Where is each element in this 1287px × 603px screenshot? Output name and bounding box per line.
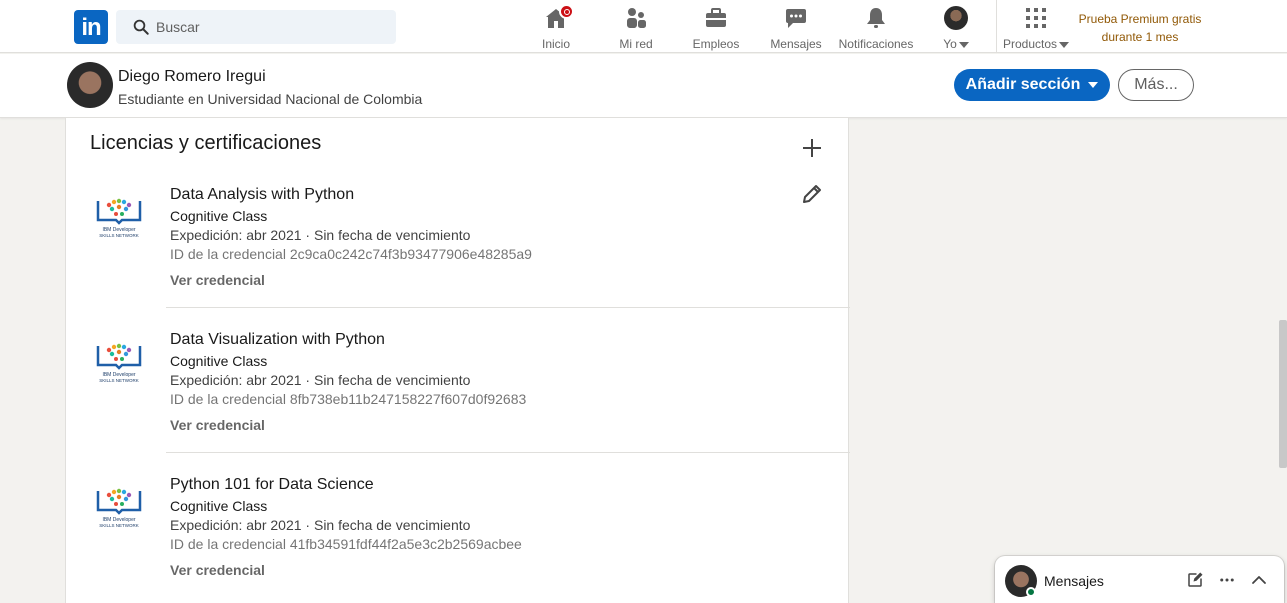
nav-home[interactable]: Inicio — [532, 4, 580, 51]
compose-icon[interactable] — [1186, 571, 1204, 589]
credential-id: ID de la credencial 41fb34591fdf44f2a5e3… — [170, 536, 522, 552]
view-credential-link[interactable]: Ver credencial — [170, 562, 265, 578]
certification-date: Expedición: abr 2021 · Sin fecha de venc… — [170, 372, 471, 388]
add-section-button[interactable]: Añadir sección — [954, 69, 1110, 101]
profile-name: Diego Romero Iregui — [118, 68, 266, 85]
svg-text:SKILLS NETWORK: SKILLS NETWORK — [99, 378, 139, 383]
svg-text:SKILLS NETWORK: SKILLS NETWORK — [99, 523, 139, 528]
licenses-certifications-card: Licencias y certificaciones IBM Develope… — [65, 118, 850, 603]
nav-me[interactable]: Yo — [936, 4, 976, 51]
certification-issuer: Cognitive Class — [170, 208, 268, 224]
nav-messaging[interactable]: Mensajes — [768, 4, 824, 51]
ibm-skills-network-logo[interactable]: IBM Developer SKILLS NETWORK — [94, 486, 144, 532]
search-box[interactable] — [116, 10, 396, 44]
view-credential-link[interactable]: Ver credencial — [170, 272, 265, 288]
credential-id: ID de la credencial 2c9ca0c242c74f3b9347… — [170, 246, 532, 262]
caret-down-icon — [958, 41, 969, 48]
notification-badge — [559, 4, 574, 19]
search-icon — [133, 19, 149, 35]
linkedin-logo[interactable]: in — [74, 10, 108, 44]
messaging-label: Mensajes — [1044, 573, 1104, 589]
grid-icon — [1024, 6, 1048, 30]
ibm-skills-network-logo[interactable]: IBM Developer SKILLS NETWORK — [94, 341, 144, 387]
bell-icon — [864, 6, 888, 30]
nav-me-label-wrap: Yo — [936, 37, 976, 51]
nav-label: Inicio — [541, 37, 570, 51]
certification-title: Data Visualization with Python — [170, 331, 385, 348]
profile-avatar[interactable] — [67, 62, 113, 108]
certification-issuer: Cognitive Class — [170, 498, 268, 514]
nav-label: Mi red — [619, 37, 653, 51]
certification-title: Python 101 for Data Science — [170, 476, 374, 493]
top-navigation: in Inicio Mi red — [0, 0, 1287, 53]
home-icon — [544, 4, 574, 30]
messaging-dock[interactable]: Mensajes — [995, 556, 1284, 603]
nav-label: Notificaciones — [838, 37, 914, 51]
more-options-icon[interactable] — [1218, 571, 1236, 589]
section-title: Licencias y certificaciones — [90, 132, 322, 154]
search-input[interactable] — [156, 10, 386, 44]
chevron-up-icon[interactable] — [1250, 571, 1268, 589]
premium-trial-link[interactable]: Prueba Premium gratis durante 1 mes — [1070, 10, 1210, 46]
avatar — [944, 6, 968, 30]
page-scrollbar[interactable] — [1279, 320, 1287, 468]
nav-jobs[interactable]: Empleos — [690, 4, 742, 51]
view-credential-link[interactable]: Ver credencial — [170, 417, 265, 433]
more-button[interactable]: Más... — [1118, 69, 1194, 101]
add-icon[interactable] — [800, 136, 824, 160]
divider — [166, 452, 850, 453]
svg-text:SKILLS NETWORK: SKILLS NETWORK — [99, 233, 139, 238]
nav-label: Yo — [943, 37, 957, 51]
nav-notifications[interactable]: Notificaciones — [836, 4, 916, 51]
certification-item: IBM Developer SKILLS NETWORK Python 101 … — [90, 476, 826, 603]
premium-line: Prueba Premium gratis — [1078, 12, 1202, 26]
online-status-indicator — [1026, 587, 1036, 597]
nav-network[interactable]: Mi red — [612, 4, 660, 51]
nav-divider — [996, 0, 997, 53]
ibm-skills-network-logo[interactable]: IBM Developer SKILLS NETWORK — [94, 196, 144, 242]
nav-products-label-wrap: Productos — [1000, 37, 1072, 51]
network-icon — [624, 6, 648, 30]
briefcase-icon — [704, 6, 728, 30]
profile-headline: Estudiante en Universidad Nacional de Co… — [118, 91, 423, 107]
nav-label: Empleos — [692, 37, 740, 51]
certification-date: Expedición: abr 2021 · Sin fecha de venc… — [170, 517, 471, 533]
nav-products[interactable]: Productos — [1000, 4, 1072, 51]
certification-issuer: Cognitive Class — [170, 353, 268, 369]
nav-label: Productos — [1002, 37, 1058, 51]
add-section-label: Añadir sección — [965, 76, 1081, 93]
certification-item: IBM Developer SKILLS NETWORK Data Visual… — [90, 331, 826, 476]
caret-down-icon — [1088, 82, 1099, 88]
certification-item: IBM Developer SKILLS NETWORK Data Analys… — [90, 186, 826, 331]
nav-label: Mensajes — [770, 37, 822, 51]
profile-header-bar: Diego Romero Iregui Estudiante en Univer… — [0, 54, 1287, 118]
divider — [166, 307, 850, 308]
certification-title: Data Analysis with Python — [170, 186, 355, 203]
premium-line: durante 1 mes — [1101, 30, 1179, 44]
caret-down-icon — [1059, 41, 1070, 48]
credential-id: ID de la credencial 8fb738eb11b247158227… — [170, 391, 527, 407]
certification-date: Expedición: abr 2021 · Sin fecha de venc… — [170, 227, 471, 243]
messaging-icon — [784, 6, 808, 30]
